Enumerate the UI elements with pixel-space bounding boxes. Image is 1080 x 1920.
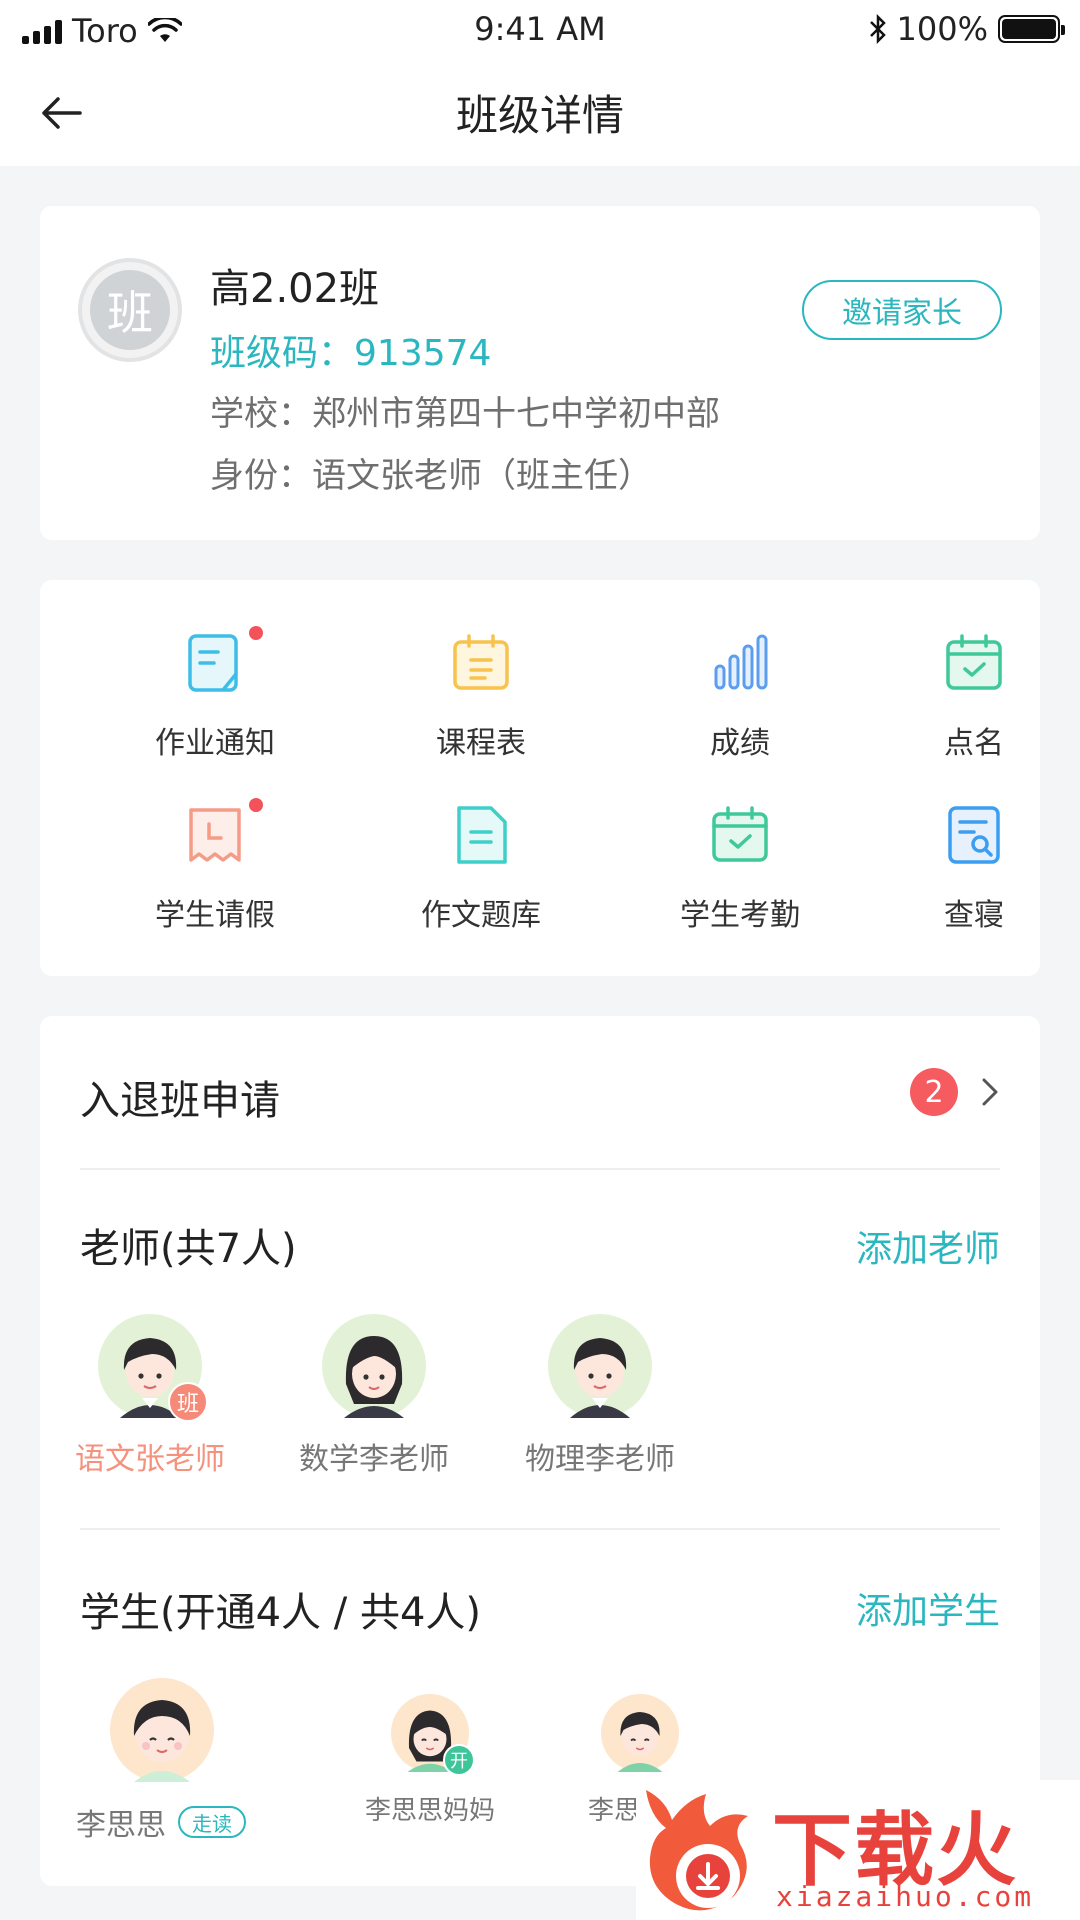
student-item[interactable]: 开 李思思妈妈 (340, 1694, 520, 1827)
chevron-right-icon (982, 1078, 998, 1106)
teacher-name: 数学李老师 (299, 1442, 449, 1477)
add-teacher-button[interactable]: 添加老师 (856, 1220, 1000, 1272)
func-rollcall[interactable]: 点名 (874, 632, 1074, 762)
student-name-row: 李思思 走读 (76, 1800, 246, 1844)
section-divider (80, 1528, 1000, 1530)
head-teacher-badge: 班 (168, 1382, 208, 1422)
class-logo-char: 班 (90, 270, 170, 350)
page-title: 班级详情 (455, 91, 624, 140)
day-student-tag: 走读 (178, 1806, 246, 1838)
class-code-label: 班级码： (210, 333, 355, 374)
add-student-button[interactable]: 添加学生 (856, 1582, 1000, 1634)
class-school: 学校：郑州市第四十七中学初中部 (210, 394, 720, 434)
parent-avatar: 开 (391, 1694, 475, 1776)
requests-count-badge: 2 (910, 1068, 958, 1116)
func-label: 作文题库 (421, 898, 541, 933)
activated-badge: 开 (443, 1744, 475, 1776)
func-label: 作业通知 (155, 726, 275, 761)
student-item[interactable]: 李思思 走读 (76, 1678, 256, 1844)
function-grid: 作业通知 课程表 成绩 点名 学生请假 作文题库 学生考勤 查寝 (40, 580, 1040, 976)
leave-unread-dot (249, 798, 263, 812)
homework-icon (185, 626, 263, 694)
func-label: 学生考勤 (680, 898, 800, 933)
status-bar: Toro 9:41 AM 100% (0, 0, 1080, 60)
class-identity: 身份：语文张老师（班主任） (210, 456, 652, 496)
nav-bar: 班级详情 (0, 60, 1080, 166)
attendance-icon (710, 804, 770, 866)
func-schedule[interactable]: 课程表 (381, 632, 581, 762)
dorm-check-icon (944, 804, 1004, 866)
grades-icon (710, 632, 770, 694)
teacher-avatar (322, 1314, 426, 1418)
class-info-card: 班 高2.02班 班级码：913574 学校：郑州市第四十七中学初中部 身份：语… (40, 206, 1040, 540)
members-card: 入退班申请 2 老师(共7人) 添加老师 班 语文张老师 数学李老师 物理李老师… (40, 1016, 1040, 1886)
func-dorm-check[interactable]: 查寝 (874, 804, 1074, 934)
teacher-item[interactable]: 班 语文张老师 (60, 1314, 240, 1478)
teacher-avatar: 班 (98, 1314, 208, 1422)
class-code-value: 913574 (354, 333, 492, 374)
func-essay-bank[interactable]: 作文题库 (381, 804, 581, 934)
func-label: 学生请假 (155, 898, 275, 933)
class-name: 高2.02班 (210, 266, 380, 312)
student-name: 李思思 (76, 1808, 166, 1843)
teacher-item[interactable]: 物理李老师 (510, 1314, 690, 1478)
func-label: 查寝 (944, 898, 1004, 933)
func-label: 点名 (944, 726, 1004, 761)
status-right: 100% (869, 10, 1065, 48)
teacher-avatar (548, 1314, 652, 1418)
teacher-name: 物理李老师 (525, 1442, 675, 1477)
join-leave-requests-row[interactable]: 入退班申请 2 (80, 1016, 1000, 1170)
battery-percent: 100% (896, 10, 988, 48)
func-leave[interactable]: 学生请假 (115, 798, 315, 934)
func-grades[interactable]: 成绩 (640, 632, 840, 762)
essay-bank-icon (451, 804, 511, 866)
watermark: 下载火 xiazaihuo.com (636, 1780, 1080, 1920)
func-label: 课程表 (436, 726, 526, 761)
func-label: 成绩 (710, 726, 770, 761)
battery-icon (998, 15, 1065, 43)
students-section-title: 学生(开通4人 / 共4人) (80, 1590, 482, 1636)
func-homework[interactable]: 作业通知 (115, 626, 315, 762)
homework-unread-dot (249, 626, 263, 640)
flame-logo-icon (646, 1790, 748, 1911)
student-name: 李思思妈妈 (364, 1796, 495, 1826)
class-logo: 班 (78, 258, 182, 362)
student-avatar (110, 1678, 214, 1782)
join-leave-requests-label: 入退班申请 (80, 1078, 280, 1124)
schedule-icon (451, 632, 511, 694)
teacher-name: 语文张老师 (75, 1442, 225, 1477)
watermark-url: xiazaihuo.com (776, 1880, 1035, 1913)
invite-parents-button[interactable]: 邀请家长 (802, 280, 1002, 340)
class-code: 班级码：913574 (210, 324, 491, 376)
func-attendance[interactable]: 学生考勤 (640, 804, 840, 934)
leave-icon (185, 798, 263, 866)
teacher-item[interactable]: 数学李老师 (284, 1314, 464, 1478)
bluetooth-icon (869, 14, 886, 44)
rollcall-icon (944, 632, 1004, 694)
parent-avatar (601, 1694, 679, 1772)
teachers-section-title: 老师(共7人) (80, 1226, 297, 1272)
